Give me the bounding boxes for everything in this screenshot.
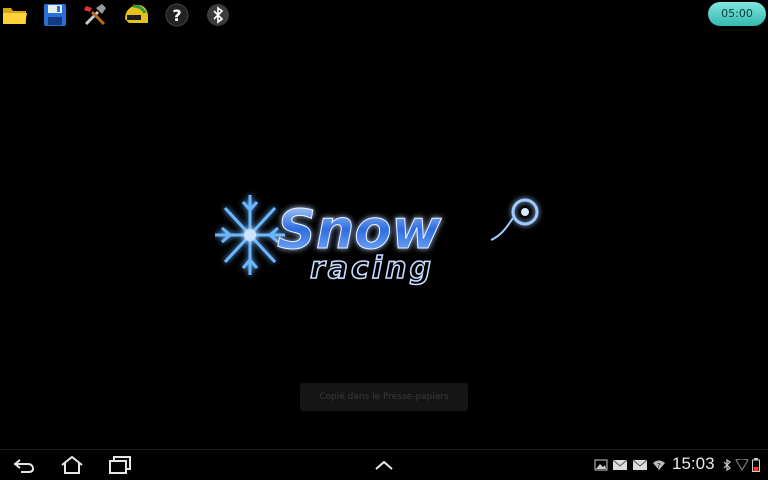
gallery-icon [594,458,608,472]
svg-text:?: ? [657,462,661,470]
helmet-icon[interactable] [123,2,149,28]
home-icon[interactable] [58,453,86,477]
bluetooth-status-icon [723,458,731,472]
signal-icon [735,458,749,472]
help-icon[interactable]: ? [164,2,190,28]
back-icon[interactable] [10,453,38,477]
wifi-icon: ? [652,458,666,472]
save-icon[interactable] [42,2,68,28]
clipboard-toast: Copié dans le Presse-papiers [300,383,468,411]
logo-subtitle: racing [310,251,434,286]
expand-up-icon[interactable] [370,453,398,477]
snow-racing-logo: Snow racing [215,190,550,290]
help-glyph: ? [172,5,182,25]
bluetooth-icon[interactable] [205,2,231,28]
battery-icon [752,458,760,472]
timer-button[interactable]: 05:00 [708,2,766,26]
recent-apps-icon[interactable] [106,453,134,477]
system-navigation-bar: ? 15:03 [0,449,768,480]
folder-icon[interactable] [2,2,28,28]
email-icon-2 [632,458,648,472]
tools-icon[interactable] [82,2,108,28]
app-toolbar: ? 05:00 [0,0,768,30]
status-clock: 15:03 [672,454,715,473]
email-icon [612,458,628,472]
